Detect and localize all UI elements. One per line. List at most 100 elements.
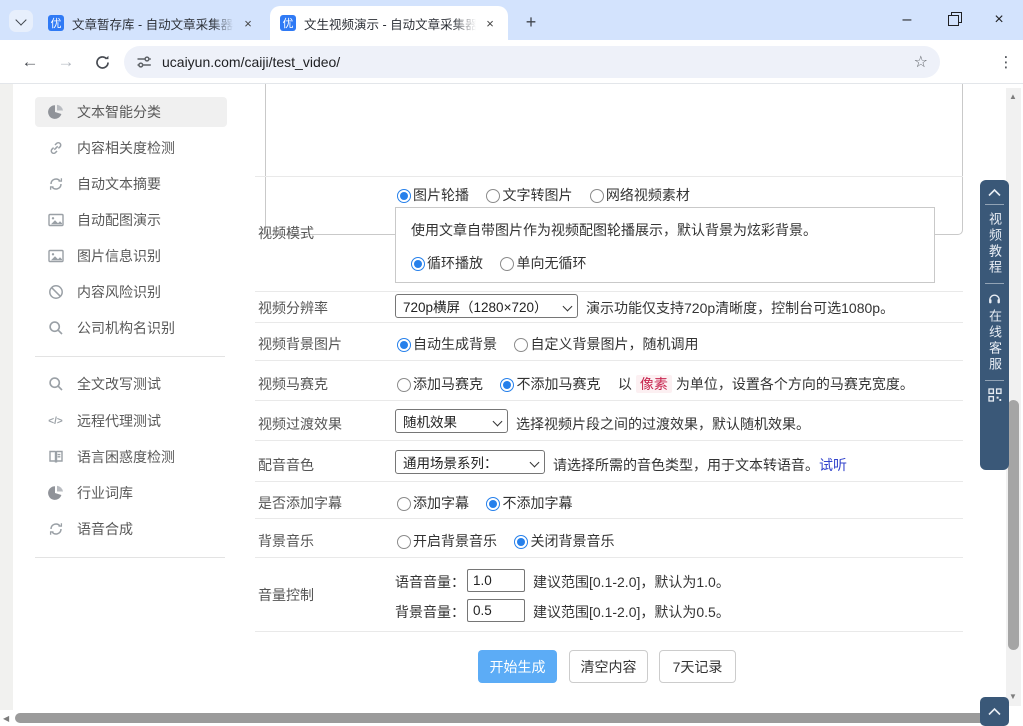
radio-image-carousel[interactable] [397, 189, 411, 203]
radio-auto-background[interactable] [397, 338, 411, 352]
radio-music-off[interactable] [514, 535, 528, 549]
video-tutorial-link[interactable]: 视频教程 [988, 212, 1001, 276]
radio-no-mosaic[interactable] [500, 378, 514, 392]
sidebar-item-label: 全文改写测试 [77, 374, 161, 394]
window-restore-button[interactable] [932, 0, 974, 40]
chevron-down-icon [15, 14, 26, 25]
qr-code-icon[interactable] [988, 388, 1002, 402]
site-info-icon[interactable] [136, 54, 152, 70]
search-icon [47, 376, 64, 393]
radio-label[interactable]: 单向无循环 [516, 255, 586, 271]
close-tab-icon[interactable]: × [240, 15, 256, 31]
audition-link[interactable]: 试听 [819, 457, 847, 473]
browser-menu-icon[interactable]: ⋮ [994, 48, 1018, 76]
radio-no-subtitles[interactable] [486, 497, 500, 511]
radio-label[interactable]: 不添加字幕 [502, 495, 572, 511]
row-divider [255, 440, 963, 441]
radio-text-to-image[interactable] [486, 189, 500, 203]
radio-loop-play[interactable] [411, 257, 425, 271]
url-text[interactable]: ucaiyun.com/caiji/test_video/ [162, 54, 914, 70]
resolution-label: 视频分辨率 [258, 298, 328, 318]
radio-add-mosaic[interactable] [397, 378, 411, 392]
back-to-top-button[interactable] [980, 697, 1009, 726]
radio-label[interactable]: 关闭背景音乐 [530, 533, 614, 549]
sidebar-item-speech-synthesis[interactable]: 语音合成 [35, 514, 227, 544]
radio-one-way-no-loop[interactable] [500, 257, 514, 271]
window-minimize-button[interactable]: – [886, 0, 928, 40]
sidebar-item-image-info[interactable]: 图片信息识别 [35, 241, 227, 271]
sidebar-item-label: 自动配图演示 [77, 210, 161, 230]
restore-icon [948, 15, 958, 25]
tab-video-demo[interactable]: 优 文生视频演示 - 自动文章采集器 × [270, 6, 508, 40]
radio-label[interactable]: 不添加马赛克 [516, 376, 600, 392]
radio-custom-background[interactable] [514, 338, 528, 352]
row-divider [255, 176, 963, 177]
pie-chart-icon [47, 104, 64, 121]
sidebar-item-remote-proxy-test[interactable]: </> 远程代理测试 [35, 406, 227, 436]
bookmark-star-icon[interactable]: ☆ [914, 52, 928, 72]
clear-content-button[interactable]: 清空内容 [569, 650, 648, 683]
back-button[interactable]: ← [16, 48, 44, 76]
transition-select[interactable]: 随机效果 [395, 409, 508, 433]
scroll-down-arrow-icon[interactable]: ▼ [1009, 692, 1017, 701]
radio-label[interactable]: 自定义背景图片，随机调用 [530, 336, 698, 352]
speech-volume-input[interactable] [467, 569, 525, 592]
bgm-volume-caption: 背景音量： [395, 602, 465, 622]
close-tab-icon[interactable]: × [482, 15, 498, 31]
transition-select-value: 随机效果 [403, 411, 457, 431]
radio-label[interactable]: 添加字幕 [413, 495, 469, 511]
vertical-scrollbar-thumb[interactable] [1008, 400, 1019, 650]
sidebar-item-industry-lexicon[interactable]: 行业词库 [35, 478, 227, 508]
radio-music-on[interactable] [397, 535, 411, 549]
mosaic-highlight: 像素 [636, 375, 672, 393]
window-close-button[interactable]: × [978, 0, 1020, 40]
radio-label[interactable]: 自动生成背景 [413, 336, 497, 352]
horizontal-scrollbar-thumb[interactable] [15, 713, 996, 723]
sidebar-item-content-risk[interactable]: 内容风险识别 [35, 277, 227, 307]
generate-button[interactable]: 开始生成 [478, 650, 557, 683]
online-support-link[interactable]: 在线客服 [988, 309, 1001, 373]
headset-icon [987, 291, 1002, 305]
voice-select-value: 通用场景系列： [403, 452, 498, 472]
sidebar-divider [35, 557, 225, 558]
forward-button[interactable]: → [52, 48, 80, 76]
subtitles-label: 是否添加字幕 [258, 493, 342, 513]
sidebar-item-relevance-check[interactable]: 内容相关度检测 [35, 133, 227, 163]
chevron-up-icon[interactable] [987, 188, 1002, 197]
panel-divider [985, 283, 1004, 284]
radio-add-subtitles[interactable] [397, 497, 411, 511]
sidebar-item-text-classify[interactable]: 文本智能分类 [35, 97, 227, 127]
new-tab-button[interactable]: + [518, 9, 544, 35]
radio-web-video-material[interactable] [590, 189, 604, 203]
ban-icon [47, 284, 64, 301]
sidebar-item-rewrite-test[interactable]: 全文改写测试 [35, 369, 227, 399]
voice-select[interactable]: 通用场景系列： [395, 450, 545, 474]
tab-search-button[interactable] [9, 10, 33, 32]
radio-label[interactable]: 文字转图片 [502, 187, 572, 203]
bgm-volume-input[interactable] [467, 599, 525, 622]
sidebar-item-label: 远程代理测试 [77, 411, 161, 431]
sidebar-item-perplexity-check[interactable]: 语言困惑度检测 [35, 442, 227, 472]
address-bar[interactable]: ucaiyun.com/caiji/test_video/ ☆ [124, 46, 940, 78]
radio-label[interactable]: 循环播放 [427, 255, 483, 271]
reload-button[interactable] [88, 48, 116, 76]
sidebar-item-auto-image-demo[interactable]: 自动配图演示 [35, 205, 227, 235]
radio-label[interactable]: 图片轮播 [413, 187, 469, 203]
tab-article-store[interactable]: 优 文章暂存库 - 自动文章采集器-优 × [38, 6, 266, 40]
row-divider [255, 291, 963, 292]
voice-label: 配音音色 [258, 455, 314, 475]
scroll-left-arrow-icon[interactable]: ◀ [3, 714, 9, 723]
scroll-up-arrow-icon[interactable]: ▲ [1009, 92, 1017, 101]
page-left-gutter [0, 84, 13, 711]
profile-avatar[interactable]: # [953, 50, 977, 74]
radio-label[interactable]: 网络视频素材 [606, 187, 690, 203]
sidebar-item-company-ner[interactable]: 公司机构名识别 [35, 313, 227, 343]
radio-label[interactable]: 添加马赛克 [413, 376, 483, 392]
row-divider [255, 360, 963, 361]
browser-window: 优 文章暂存库 - 自动文章采集器-优 × 优 文生视频演示 - 自动文章采集器… [0, 0, 1023, 726]
mosaic-label: 视频马赛克 [258, 374, 328, 394]
radio-label[interactable]: 开启背景音乐 [413, 533, 497, 549]
resolution-select[interactable]: 720p横屏（1280×720） [395, 294, 578, 318]
sidebar-item-auto-summary[interactable]: 自动文本摘要 [35, 169, 227, 199]
seven-day-records-button[interactable]: 7天记录 [659, 650, 736, 683]
